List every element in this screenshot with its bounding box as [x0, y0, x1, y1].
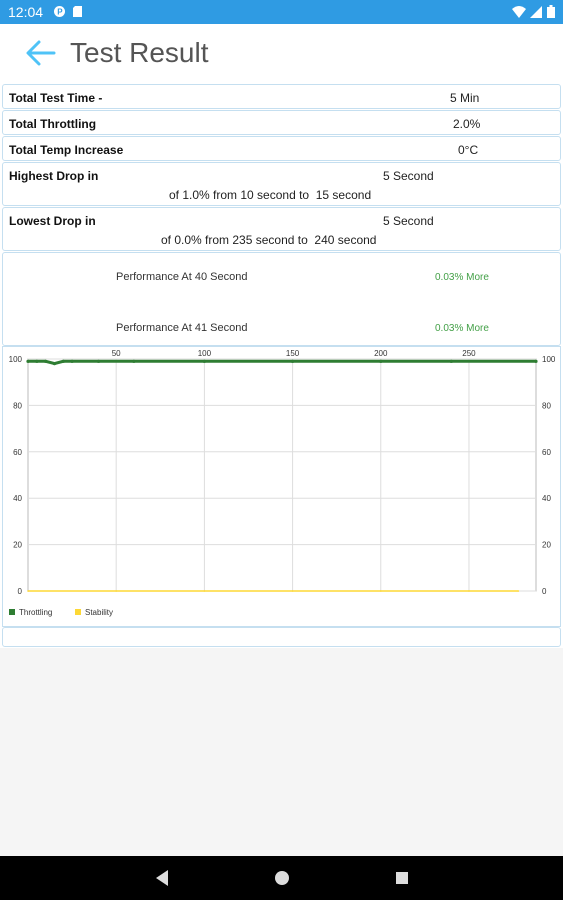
highest-drop-row: Highest Drop in 5 Second of 1.0% from 10…	[2, 162, 561, 206]
legend-swatch-stability	[75, 609, 81, 615]
total-temp-increase-value: 0°C	[458, 143, 479, 157]
data-point-throttling	[26, 359, 30, 363]
data-point-throttling	[70, 359, 74, 363]
legend-label-throttling: Throttling	[19, 608, 52, 617]
svg-text:P: P	[57, 8, 63, 17]
data-point-stability	[379, 590, 382, 592]
x-tick-label: 250	[462, 349, 476, 358]
data-point-throttling	[290, 359, 295, 363]
y-tick-label-left: 40	[13, 494, 22, 503]
status-bar: 12:04 P	[0, 0, 563, 24]
total-test-time-label: Total Test Time -	[9, 91, 103, 105]
y-tick-label-right: 100	[542, 355, 556, 364]
x-tick-label: 50	[112, 349, 121, 358]
data-point-stability	[517, 590, 520, 592]
data-point-stability	[468, 590, 470, 592]
y-tick-label-left: 80	[13, 401, 22, 410]
y-tick-label-right: 80	[542, 401, 551, 410]
data-point-throttling	[35, 359, 39, 363]
lowest-drop-label: Lowest Drop in	[9, 214, 96, 228]
data-point-throttling	[44, 359, 48, 363]
plot-frame	[27, 358, 537, 592]
navigation-bar	[0, 856, 563, 900]
battery-icon	[547, 5, 555, 18]
lowest-drop-detail: of 0.0% from 235 second to 240 second	[161, 233, 377, 247]
y-tick-label-right: 0	[542, 587, 547, 596]
signal-icon	[530, 6, 542, 18]
highest-drop-value: 5 Second	[383, 169, 434, 183]
chart-svg: 50 100 150 200 250 0 0 20 20 40 40 60 60 80 80 100 100 Th…	[9, 349, 556, 617]
home-circle-icon[interactable]	[273, 869, 291, 887]
recents-square-icon[interactable]	[394, 869, 410, 887]
performance-label-1: Performance At 40 Second	[116, 271, 248, 283]
back-triangle-icon[interactable]	[154, 869, 170, 887]
sd-card-icon	[73, 6, 82, 17]
y-tick-label-right: 20	[542, 541, 551, 550]
app-bar: Test Result	[0, 24, 563, 82]
data-point-throttling	[449, 359, 453, 363]
total-throttling-value: 2.0%	[453, 117, 481, 131]
data-point-stability	[115, 590, 117, 592]
wifi-icon	[512, 6, 526, 18]
arrow-back-icon[interactable]	[24, 38, 58, 68]
y-tick-label-right: 60	[542, 448, 551, 457]
lowest-drop-row: Lowest Drop in 5 Second of 0.0% from 235…	[2, 207, 561, 251]
data-point-throttling	[379, 359, 383, 363]
performance-label-2: Performance At 41 Second	[116, 322, 248, 334]
legend-swatch-throttling	[9, 609, 15, 615]
y-tick-label-left: 100	[9, 355, 23, 364]
highest-drop-detail: of 1.0% from 10 second to 15 second	[169, 188, 372, 202]
y-tick-label-left: 60	[13, 448, 22, 457]
bottom-card	[2, 627, 561, 647]
highest-drop-label: Highest Drop in	[9, 169, 99, 183]
status-time: 12:04	[8, 4, 44, 20]
data-point-throttling	[61, 359, 65, 363]
performance-value-2: 0.03% More	[435, 323, 489, 334]
lowest-drop-value: 5 Second	[383, 214, 434, 228]
throttling-chart: 50 100 150 200 250 0 0 20 20 40 40 60 60 80 80 100 100 Th…	[2, 346, 561, 627]
data-point-throttling	[534, 359, 538, 363]
y-tick-label-right: 40	[542, 494, 551, 503]
y-tick-label-left: 0	[18, 587, 23, 596]
total-test-time-value: 5 Min	[450, 91, 480, 105]
total-test-time-row: Total Test Time - 5 Min	[2, 84, 561, 109]
data-point-throttling	[132, 359, 136, 363]
data-point-stability	[27, 590, 29, 592]
total-temp-increase-row: Total Temp Increase 0°C	[2, 136, 561, 161]
total-temp-increase-label: Total Temp Increase	[9, 143, 124, 157]
total-throttling-row: Total Throttling 2.0%	[2, 110, 561, 135]
total-throttling-label: Total Throttling	[9, 117, 97, 131]
app-notification-icon: P	[54, 6, 65, 17]
data-point-throttling	[202, 359, 206, 363]
x-tick-label: 200	[374, 349, 388, 358]
legend-label-stability: Stability	[85, 608, 113, 617]
data-point-stability	[291, 590, 294, 592]
performance-card: Performance At 40 Second 0.03% More Perf…	[2, 252, 561, 346]
data-point-stability	[203, 590, 206, 592]
result-content: Total Test Time - 5 Min Total Throttling…	[0, 82, 563, 648]
series-line-throttling	[28, 359, 536, 366]
x-tick-label: 150	[286, 349, 300, 358]
performance-value-1: 0.03% More	[435, 272, 489, 283]
data-point-throttling	[52, 362, 57, 366]
y-tick-label-left: 20	[13, 541, 22, 550]
page-title: Test Result	[70, 37, 209, 68]
data-point-throttling	[96, 359, 101, 363]
x-tick-label: 100	[198, 349, 212, 358]
